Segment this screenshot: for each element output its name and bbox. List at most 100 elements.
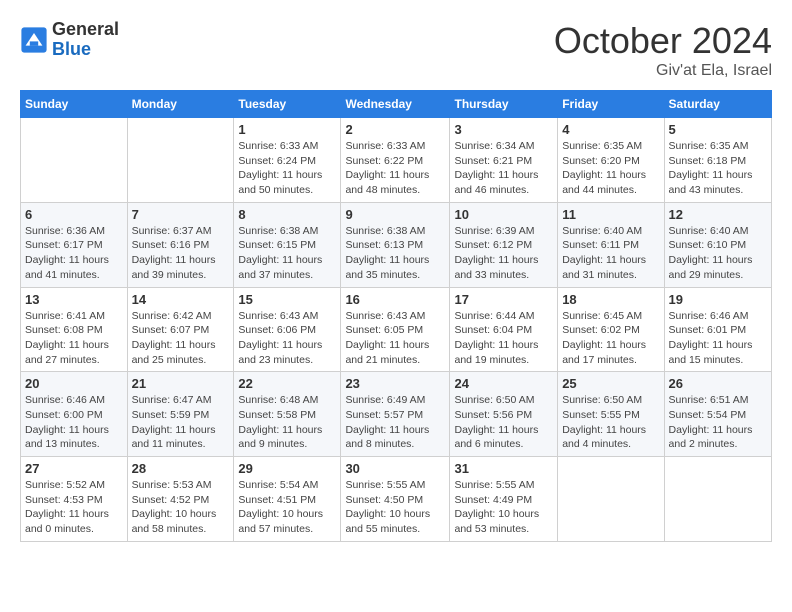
calendar-cell (127, 118, 234, 203)
day-info: Sunrise: 5:55 AM Sunset: 4:49 PM Dayligh… (454, 478, 553, 537)
logo-blue: Blue (52, 40, 119, 60)
day-number: 1 (238, 122, 336, 137)
calendar-cell: 4Sunrise: 6:35 AM Sunset: 6:20 PM Daylig… (558, 118, 664, 203)
page-header: General Blue October 2024 Giv'at Ela, Is… (20, 20, 772, 80)
calendar-cell: 2 Sunrise: 6:33 AM Sunset: 6:22 PM Daylig… (341, 118, 450, 203)
day-info: Sunrise: 6:38 AM Sunset: 6:15 PM Dayligh… (238, 224, 336, 283)
day-number: 25 (562, 376, 659, 391)
day-number: 11 (562, 207, 659, 222)
day-number: 12 (669, 207, 767, 222)
day-info: Sunrise: 6:43 AM Sunset: 6:05 PM Dayligh… (345, 309, 445, 368)
week-row-4: 20 Sunrise: 6:46 AM Sunset: 6:00 PM Dayli… (21, 372, 772, 457)
day-info: Sunrise: 5:54 AM Sunset: 4:51 PM Dayligh… (238, 478, 336, 537)
calendar-cell: 12 Sunrise: 6:40 AM Sunset: 6:10 PM Dayli… (664, 202, 771, 287)
calendar-cell: 25 Sunrise: 6:50 AM Sunset: 5:55 PM Dayli… (558, 372, 664, 457)
day-info: Sunrise: 6:46 AM Sunset: 6:00 PM Dayligh… (25, 393, 123, 452)
calendar-cell: 23Sunrise: 6:49 AM Sunset: 5:57 PM Dayli… (341, 372, 450, 457)
calendar-cell: 9Sunrise: 6:38 AM Sunset: 6:13 PM Daylig… (341, 202, 450, 287)
header-cell-monday: Monday (127, 91, 234, 118)
calendar-cell: 22 Sunrise: 6:48 AM Sunset: 5:58 PM Dayli… (234, 372, 341, 457)
calendar-cell: 5Sunrise: 6:35 AM Sunset: 6:18 PM Daylig… (664, 118, 771, 203)
calendar-cell: 6Sunrise: 6:36 AM Sunset: 6:17 PM Daylig… (21, 202, 128, 287)
calendar-cell: 21 Sunrise: 6:47 AM Sunset: 5:59 PM Dayli… (127, 372, 234, 457)
header-cell-tuesday: Tuesday (234, 91, 341, 118)
day-number: 30 (345, 461, 445, 476)
day-number: 27 (25, 461, 123, 476)
calendar-cell: 16 Sunrise: 6:43 AM Sunset: 6:05 PM Dayli… (341, 287, 450, 372)
day-number: 16 (345, 292, 445, 307)
day-number: 14 (132, 292, 230, 307)
day-number: 21 (132, 376, 230, 391)
day-info: Sunrise: 5:55 AM Sunset: 4:50 PM Dayligh… (345, 478, 445, 537)
calendar-cell: 29Sunrise: 5:54 AM Sunset: 4:51 PM Dayli… (234, 457, 341, 542)
day-info: Sunrise: 6:33 AM Sunset: 6:24 PM Dayligh… (238, 139, 336, 198)
calendar-cell: 15Sunrise: 6:43 AM Sunset: 6:06 PM Dayli… (234, 287, 341, 372)
day-number: 2 (345, 122, 445, 137)
day-info: Sunrise: 6:46 AM Sunset: 6:01 PM Dayligh… (669, 309, 767, 368)
calendar-cell: 13 Sunrise: 6:41 AM Sunset: 6:08 PM Dayli… (21, 287, 128, 372)
calendar-cell: 19 Sunrise: 6:46 AM Sunset: 6:01 PM Dayli… (664, 287, 771, 372)
day-number: 3 (454, 122, 553, 137)
calendar-cell: 11 Sunrise: 6:40 AM Sunset: 6:11 PM Dayli… (558, 202, 664, 287)
day-number: 8 (238, 207, 336, 222)
day-info: Sunrise: 6:42 AM Sunset: 6:07 PM Dayligh… (132, 309, 230, 368)
calendar-cell (558, 457, 664, 542)
day-info: Sunrise: 6:40 AM Sunset: 6:10 PM Dayligh… (669, 224, 767, 283)
day-number: 17 (454, 292, 553, 307)
day-info: Sunrise: 6:44 AM Sunset: 6:04 PM Dayligh… (454, 309, 553, 368)
calendar-cell: 28 Sunrise: 5:53 AM Sunset: 4:52 PM Dayli… (127, 457, 234, 542)
calendar-cell: 14 Sunrise: 6:42 AM Sunset: 6:07 PM Dayli… (127, 287, 234, 372)
day-info: Sunrise: 6:41 AM Sunset: 6:08 PM Dayligh… (25, 309, 123, 368)
day-number: 13 (25, 292, 123, 307)
logo: General Blue (20, 20, 119, 60)
header-cell-thursday: Thursday (450, 91, 558, 118)
header-cell-wednesday: Wednesday (341, 91, 450, 118)
day-info: Sunrise: 6:51 AM Sunset: 5:54 PM Dayligh… (669, 393, 767, 452)
calendar-cell: 18 Sunrise: 6:45 AM Sunset: 6:02 PM Dayli… (558, 287, 664, 372)
calendar-cell (21, 118, 128, 203)
day-info: Sunrise: 6:35 AM Sunset: 6:20 PM Dayligh… (562, 139, 659, 198)
logo-text: General Blue (52, 20, 119, 60)
day-number: 19 (669, 292, 767, 307)
header-cell-saturday: Saturday (664, 91, 771, 118)
day-info: Sunrise: 6:33 AM Sunset: 6:22 PM Dayligh… (345, 139, 445, 198)
day-number: 22 (238, 376, 336, 391)
location: Giv'at Ela, Israel (554, 62, 772, 80)
day-number: 20 (25, 376, 123, 391)
calendar-cell: 10 Sunrise: 6:39 AM Sunset: 6:12 PM Dayli… (450, 202, 558, 287)
day-info: Sunrise: 6:47 AM Sunset: 5:59 PM Dayligh… (132, 393, 230, 452)
day-info: Sunrise: 5:53 AM Sunset: 4:52 PM Dayligh… (132, 478, 230, 537)
day-info: Sunrise: 6:39 AM Sunset: 6:12 PM Dayligh… (454, 224, 553, 283)
day-number: 9 (345, 207, 445, 222)
calendar-cell: 8 Sunrise: 6:38 AM Sunset: 6:15 PM Daylig… (234, 202, 341, 287)
day-number: 28 (132, 461, 230, 476)
day-number: 24 (454, 376, 553, 391)
calendar-cell: 31 Sunrise: 5:55 AM Sunset: 4:49 PM Dayli… (450, 457, 558, 542)
day-number: 10 (454, 207, 553, 222)
day-info: Sunrise: 5:52 AM Sunset: 4:53 PM Dayligh… (25, 478, 123, 537)
week-row-2: 6Sunrise: 6:36 AM Sunset: 6:17 PM Daylig… (21, 202, 772, 287)
month-title: October 2024 (554, 20, 772, 62)
calendar-cell: 3Sunrise: 6:34 AM Sunset: 6:21 PM Daylig… (450, 118, 558, 203)
calendar-table: SundayMondayTuesdayWednesdayThursdayFrid… (20, 90, 772, 542)
calendar-cell (664, 457, 771, 542)
calendar-cell: 30 Sunrise: 5:55 AM Sunset: 4:50 PM Dayli… (341, 457, 450, 542)
calendar-cell: 27 Sunrise: 5:52 AM Sunset: 4:53 PM Dayli… (21, 457, 128, 542)
day-info: Sunrise: 6:48 AM Sunset: 5:58 PM Dayligh… (238, 393, 336, 452)
day-info: Sunrise: 6:49 AM Sunset: 5:57 PM Dayligh… (345, 393, 445, 452)
calendar-cell: 1 Sunrise: 6:33 AM Sunset: 6:24 PM Daylig… (234, 118, 341, 203)
day-info: Sunrise: 6:50 AM Sunset: 5:55 PM Dayligh… (562, 393, 659, 452)
day-info: Sunrise: 6:50 AM Sunset: 5:56 PM Dayligh… (454, 393, 553, 452)
calendar-cell: 26 Sunrise: 6:51 AM Sunset: 5:54 PM Dayli… (664, 372, 771, 457)
day-info: Sunrise: 6:36 AM Sunset: 6:17 PM Dayligh… (25, 224, 123, 283)
day-number: 18 (562, 292, 659, 307)
day-info: Sunrise: 6:45 AM Sunset: 6:02 PM Dayligh… (562, 309, 659, 368)
header-cell-friday: Friday (558, 91, 664, 118)
day-info: Sunrise: 6:43 AM Sunset: 6:06 PM Dayligh… (238, 309, 336, 368)
day-info: Sunrise: 6:40 AM Sunset: 6:11 PM Dayligh… (562, 224, 659, 283)
header-row: SundayMondayTuesdayWednesdayThursdayFrid… (21, 91, 772, 118)
day-info: Sunrise: 6:35 AM Sunset: 6:18 PM Dayligh… (669, 139, 767, 198)
day-number: 26 (669, 376, 767, 391)
calendar-cell: 17 Sunrise: 6:44 AM Sunset: 6:04 PM Dayli… (450, 287, 558, 372)
day-number: 31 (454, 461, 553, 476)
